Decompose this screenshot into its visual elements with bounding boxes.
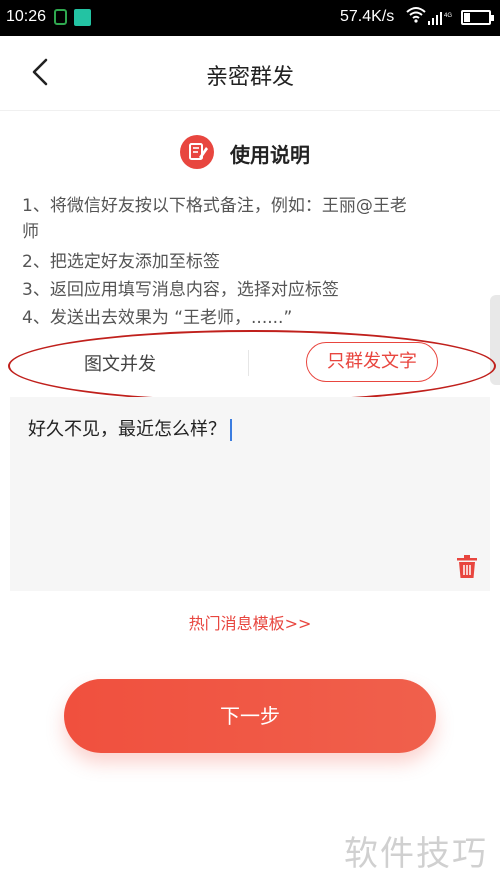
network-speed: 57.4K/s <box>340 8 395 25</box>
send-mode-tabs: 图文并发 只群发文字 <box>8 330 496 402</box>
app-notification-icon-2 <box>74 9 91 26</box>
tab-image-text[interactable]: 图文并发 <box>84 350 156 376</box>
instruction-line: 师 <box>22 222 39 242</box>
instruction-line: 2、把选定好友添加至标签 <box>22 252 220 272</box>
wifi-icon <box>406 6 426 29</box>
next-step-button[interactable]: 下一步 <box>64 679 436 753</box>
app-notification-icon <box>54 9 67 25</box>
instruction-line: 1、将微信好友按以下格式备注，例如：王丽@王老 <box>22 196 407 216</box>
status-bar: 10:26 57.4K/s 4G <box>0 0 500 36</box>
instructions-title: 使用说明 <box>230 143 310 167</box>
trash-icon <box>457 555 477 578</box>
text-caret <box>230 419 232 441</box>
signal-label: 4G <box>444 13 452 19</box>
cell-signal-icon: 4G <box>428 10 456 31</box>
instructions-header: 使用说明 <box>0 133 500 171</box>
edit-note-icon <box>180 135 214 169</box>
battery-level <box>464 13 470 22</box>
status-time: 10:26 <box>6 8 47 25</box>
watermark-text: 软件技巧 <box>344 834 488 874</box>
instruction-line: 3、返回应用填写消息内容，选择对应标签 <box>22 280 339 300</box>
delete-button[interactable] <box>456 555 478 579</box>
hot-templates-link[interactable]: 热门消息模板>> <box>0 610 500 634</box>
message-text-wrap: 好久不见，最近怎么样？ <box>28 415 232 441</box>
tab-text-only[interactable]: 只群发文字 <box>306 342 438 382</box>
tab-divider <box>248 350 249 376</box>
nav-bar: 亲密群发 <box>0 36 500 111</box>
message-input[interactable]: 好久不见，最近怎么样？ <box>10 397 490 591</box>
instruction-line: 4、发送出去效果为 “王老师，......” <box>22 308 293 328</box>
message-text: 好久不见，最近怎么样？ <box>28 419 226 440</box>
battery-icon <box>461 10 494 25</box>
page-title: 亲密群发 <box>205 65 294 90</box>
